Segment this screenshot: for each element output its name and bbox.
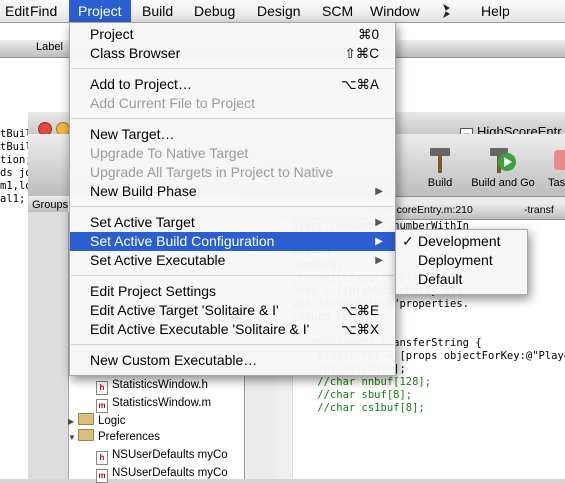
code-line: //char sbuf[8]; xyxy=(292,389,413,401)
menu-separator xyxy=(71,275,394,276)
menu-item-new-build-phase[interactable]: New Build Phase ▶ xyxy=(70,182,395,201)
menu-item-upgrade-all-targets: Upgrade All Targets in Project to Native xyxy=(90,164,334,180)
submenu-item-development[interactable]: ✓ Development xyxy=(396,232,527,251)
menu-separator xyxy=(71,206,394,207)
menu-item-set-active-executable[interactable]: Set Active Executable ▶ xyxy=(70,251,395,270)
tasks-button[interactable]: Task xyxy=(548,144,565,189)
menu-item-new-custom-executable[interactable]: New Custom Executable… xyxy=(70,351,395,370)
menu-bar: Edit Find Project Build Debug Design SCM… xyxy=(0,0,565,23)
tree-item[interactable]: ▶ Logic xyxy=(68,413,126,429)
stop-icon xyxy=(554,150,565,170)
tab-label[interactable]: Label xyxy=(36,41,63,53)
menu-design[interactable]: Design xyxy=(248,0,310,22)
source-file-icon: m xyxy=(96,399,108,413)
header-file-icon: h xyxy=(96,451,108,465)
code-line: al1; xyxy=(0,193,26,205)
menu-item-project[interactable]: Project ⌘0 xyxy=(70,25,395,44)
tree-item[interactable]: ▼ Preferences xyxy=(68,429,160,445)
project-tree: h StatisticsWindow.h m StatisticsWindow.m … xyxy=(68,377,243,483)
menu-scm[interactable]: SCM xyxy=(313,0,362,22)
build-and-go-button[interactable]: Build and Go xyxy=(466,144,540,189)
groups-label: Groups xyxy=(32,199,69,211)
folder-icon xyxy=(78,429,94,441)
source-file-icon: m xyxy=(96,469,108,483)
menu-window[interactable]: Window xyxy=(361,0,429,22)
code-line: tion; xyxy=(0,154,32,166)
menu-project[interactable]: Project xyxy=(69,0,131,22)
submenu-arrow-icon: ▶ xyxy=(375,217,383,228)
menu-separator xyxy=(71,344,394,345)
folder-icon xyxy=(78,413,94,425)
menu-item-edit-project-settings[interactable]: Edit Project Settings xyxy=(70,282,395,301)
code-line: //char cs1buf[8]; xyxy=(292,402,425,414)
menu-find[interactable]: Find xyxy=(21,0,66,22)
menu-item-edit-active-executable[interactable]: Edit Active Executable 'Solitaire & I' ⌥⌘… xyxy=(70,320,395,339)
header-file-icon: h xyxy=(96,381,108,395)
menu-item-class-browser[interactable]: Class Browser ⇧⌘C xyxy=(70,44,395,63)
project-menu: Project ⌘0 Class Browser ⇧⌘C Add to Projec… xyxy=(69,22,396,376)
submenu-item-default[interactable]: Default xyxy=(396,270,527,289)
submenu-item-deployment[interactable]: Deployment xyxy=(396,251,527,270)
code-line: //char nnbuf[128]; xyxy=(292,376,432,388)
menu-build[interactable]: Build xyxy=(133,0,182,22)
menu-item-edit-active-target[interactable]: Edit Active Target 'Solitaire & I' ⌥⌘E xyxy=(70,301,395,320)
code-line: tBuil xyxy=(0,128,32,140)
tree-item[interactable]: m StatisticsWindow.m xyxy=(96,395,211,413)
submenu-arrow-icon: ▶ xyxy=(375,255,383,266)
menu-debug[interactable]: Debug xyxy=(185,0,244,22)
menu-separator xyxy=(71,68,394,69)
groups-scroll[interactable] xyxy=(28,212,69,479)
hammer-icon xyxy=(430,148,450,173)
menu-help[interactable]: Help xyxy=(472,0,519,22)
groups-header: Groups xyxy=(28,196,68,213)
submenu-arrow-icon: ▶ xyxy=(375,236,383,247)
build-button[interactable]: Build xyxy=(418,144,462,189)
menu-item-new-target[interactable]: New Target… xyxy=(70,125,395,144)
tree-item[interactable]: h StatisticsWindow.h xyxy=(96,377,208,395)
left-code-fragment: tBuil tBuil tion; ds jo m1,lo al1; xyxy=(0,128,32,206)
submenu-arrow-icon: ▶ xyxy=(375,186,383,197)
menu-separator xyxy=(71,118,394,119)
code-line: tBuil xyxy=(0,141,32,153)
disclosure-open-icon[interactable]: ▼ xyxy=(68,430,78,446)
menu-item-upgrade-native-target: Upgrade To Native Target xyxy=(90,145,249,161)
menu-item-set-active-build-configuration[interactable]: Set Active Build Configuration ▶ xyxy=(70,232,395,251)
script-menu-icon[interactable] xyxy=(430,0,462,22)
tree-item[interactable]: h NSUserDefaults myCo xyxy=(96,447,228,465)
method-popup[interactable]: -transf xyxy=(524,204,554,216)
disclosure-closed-icon[interactable]: ▶ xyxy=(68,414,78,430)
menu-item-add-current-file: Add Current File to Project xyxy=(90,95,255,111)
checkmark-icon: ✓ xyxy=(402,233,414,249)
menu-item-set-active-target[interactable]: Set Active Target ▶ xyxy=(70,213,395,232)
menu-item-add-to-project[interactable]: Add to Project… ⌥⌘A xyxy=(70,75,395,94)
code-line: ds jo xyxy=(0,167,32,179)
code-line: m1,lo xyxy=(0,180,32,192)
build-and-go-icon xyxy=(490,148,516,173)
build-configuration-submenu: ✓ Development Deployment Default xyxy=(395,229,528,295)
